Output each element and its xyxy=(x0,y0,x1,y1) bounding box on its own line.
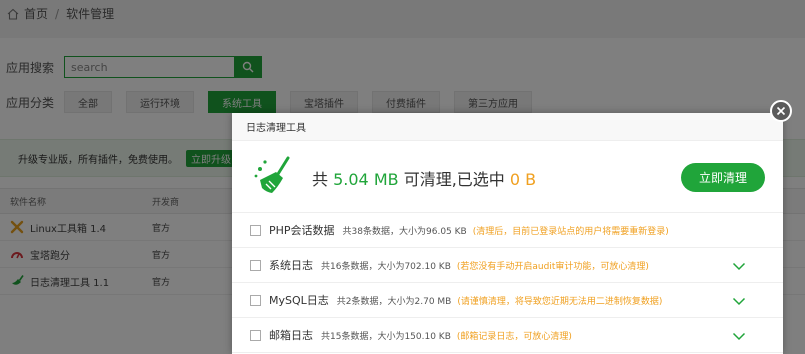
item-name: 邮箱日志 xyxy=(269,329,313,342)
close-icon xyxy=(776,106,786,116)
item-meta: 共2条数据，大小为2.70 MB xyxy=(336,296,452,307)
item-note: (邮箱记录日志，可放心清理) xyxy=(456,331,572,342)
modal-title: 日志清理工具 xyxy=(232,113,783,141)
item-checkbox[interactable] xyxy=(250,329,261,341)
item-checkbox[interactable] xyxy=(250,259,261,271)
item-meta: 共15条数据，大小为150.10 KB xyxy=(321,331,451,342)
item-meta: 共38条数据，大小为96.05 KB xyxy=(342,226,467,237)
summary-prefix: 共 xyxy=(312,170,329,189)
chevron-down-icon[interactable] xyxy=(732,294,746,308)
clean-summary: 共 5.04 MB 可清理,已选中 0 B 立即清理 xyxy=(232,141,783,213)
total-size: 5.04 MB xyxy=(333,170,399,189)
clean-now-button[interactable]: 立即清理 xyxy=(681,163,765,192)
item-name: 系统日志 xyxy=(269,259,313,272)
list-item[interactable]: 系统日志 共16条数据，大小为702.10 KB (若您没有手动开启audit审… xyxy=(232,248,783,283)
item-name: MySQL日志 xyxy=(269,294,329,307)
broom-icon xyxy=(254,156,290,193)
log-item-list: PHP会话数据 共38条数据，大小为96.05 KB (清理后，目前已登录站点的… xyxy=(232,213,783,353)
chevron-down-icon[interactable] xyxy=(732,329,746,343)
item-checkbox[interactable] xyxy=(250,294,261,306)
item-checkbox[interactable] xyxy=(250,224,261,236)
list-item[interactable]: MySQL日志 共2条数据，大小为2.70 MB (请谨慎清理，将导致您近期无法… xyxy=(232,283,783,318)
item-meta: 共16条数据，大小为702.10 KB xyxy=(321,261,451,272)
list-item[interactable]: PHP会话数据 共38条数据，大小为96.05 KB (清理后，目前已登录站点的… xyxy=(232,213,783,248)
list-item[interactable]: 邮箱日志 共15条数据，大小为150.10 KB (邮箱记录日志，可放心清理) xyxy=(232,318,783,353)
item-note: (清理后，目前已登录站点的用户将需要重新登录) xyxy=(472,226,669,237)
selected-size: 0 B xyxy=(509,170,537,189)
item-note: (请谨慎清理，将导致您近期无法用二进制恢复数据) xyxy=(457,296,663,307)
chevron-down-icon[interactable] xyxy=(732,259,746,273)
close-button[interactable] xyxy=(770,100,792,122)
item-name: PHP会话数据 xyxy=(269,224,335,237)
summary-text: 共 5.04 MB 可清理,已选中 0 B xyxy=(312,166,536,190)
log-cleaner-modal: 日志清理工具 共 5.04 MB 可清理,已选中 0 B 立即清理 PHP会话数… xyxy=(232,113,783,354)
summary-mid: 可清理,已选中 xyxy=(403,170,505,189)
item-note: (若您没有手动开启audit审计功能，可放心清理) xyxy=(456,261,649,272)
